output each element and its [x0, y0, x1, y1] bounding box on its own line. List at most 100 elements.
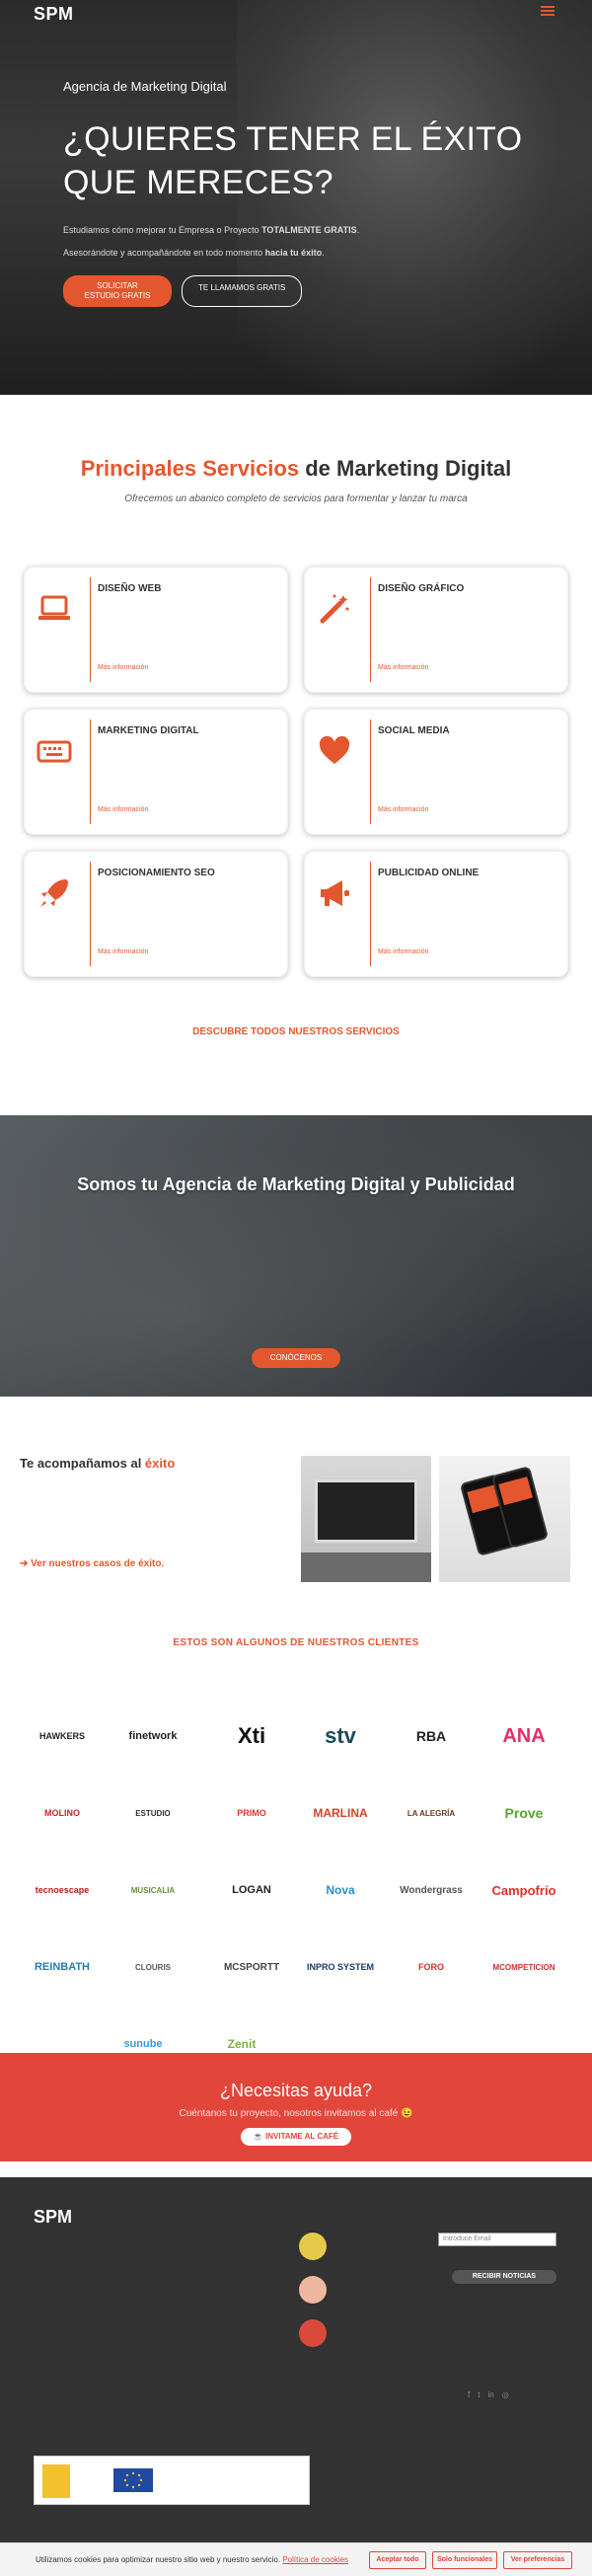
cookie-text: Utilizamos cookies para optimizar nuestr…	[36, 2555, 349, 2564]
accept-all-button[interactable]: Aceptar todo	[369, 2551, 426, 2569]
service-card-ads[interactable]: PUBLICIDAD ONLINE Más información	[304, 851, 568, 977]
more-info-link[interactable]: Más información	[378, 664, 428, 671]
hero-text-1: Estudiamos cómo mejorar tu Empresa o Pro…	[63, 225, 360, 235]
accompany-title: Te acompañamos al éxito	[20, 1456, 176, 1471]
client-logo: REINBATH	[34, 1961, 90, 1973]
client-logo: INPRO SYSTEM	[306, 1962, 374, 1972]
keyboard-icon	[37, 740, 72, 763]
menu-icon[interactable]	[541, 6, 555, 16]
office-photo	[301, 1456, 431, 1582]
client-logo: tecnoescape	[35, 1885, 90, 1895]
linkedin-icon[interactable]: in	[487, 2390, 493, 2399]
client-logo: Wondergrass	[400, 1884, 463, 1896]
client-logo: HAWKERS	[38, 1731, 85, 1741]
client-logo: MCOMPETICION	[492, 1962, 555, 1972]
client-logo: MUSICALIA	[130, 1885, 176, 1895]
hero-text-2: Asesorándote y acompañándote en todo mom…	[63, 248, 325, 258]
about-us-button[interactable]: CONÓCENOS	[252, 1348, 340, 1368]
more-info-link[interactable]: Más información	[98, 806, 148, 813]
client-logo: LA ALEGRÍA	[407, 1808, 456, 1818]
coffee-button[interactable]: ☕ INVITAME AL CAFÉ	[241, 2128, 351, 2146]
all-services-link[interactable]: DESCUBRE TODOS NUESTROS SERVICIOS	[0, 1026, 592, 1037]
client-logo: RBA	[415, 1728, 447, 1744]
clients-section: ESTOS SON ALGUNOS DE NUESTROS CLIENTES H…	[0, 1633, 592, 2053]
top-nav: SPM	[0, 0, 592, 30]
footer-logo[interactable]: SPM	[34, 2207, 72, 2228]
instagram-icon[interactable]: ◎	[502, 2390, 509, 2399]
more-info-link[interactable]: Más información	[98, 664, 148, 671]
rocket-icon	[40, 879, 68, 907]
client-logo: MOLINO	[44, 1808, 80, 1818]
news-thumb	[299, 2233, 327, 2260]
client-logo: LOGAN	[232, 1884, 271, 1896]
client-logo: Prove	[504, 1805, 544, 1821]
functional-only-button[interactable]: Solo funcionales	[432, 2551, 497, 2569]
more-info-link[interactable]: Más información	[378, 948, 428, 955]
agency-title: Somos tu Agencia de Marketing Digital y …	[77, 1174, 515, 1194]
more-info-link[interactable]: Más información	[378, 806, 428, 813]
service-title: DISEÑO GRÁFICO	[378, 583, 465, 594]
services-section: Principales Servicios de Marketing Digit…	[0, 395, 592, 1115]
social-icons: f t in ◎	[468, 2390, 509, 2399]
client-logo: MCSPORTT	[223, 1961, 280, 1973]
arrow-right-icon: ➔	[20, 1558, 32, 1569]
help-section: ¿Necesitas ayuda? Cuéntanos tu proyecto,…	[0, 2053, 592, 2161]
help-text: Cuéntanos tu proyecto, nosotros invitamo…	[179, 2108, 413, 2119]
client-logo: Nova	[326, 1883, 355, 1897]
service-title: POSICIONAMIENTO SEO	[98, 868, 215, 878]
divider	[0, 2161, 592, 2177]
client-logo: CLOURIS	[135, 1962, 171, 1972]
subscribe-button[interactable]: RECIBIR NOTICIAS	[452, 2270, 556, 2284]
service-card-graphic[interactable]: DISEÑO GRÁFICO Más información	[304, 567, 568, 693]
client-logo: ESTUDIO	[135, 1808, 171, 1818]
eu-funding-logos	[34, 2456, 310, 2505]
service-card-web[interactable]: DISEÑO WEB Más información	[24, 567, 288, 693]
service-title: DISEÑO WEB	[98, 583, 162, 594]
client-logo: MARLINA	[313, 1806, 368, 1820]
client-logo: PRIMO	[237, 1808, 266, 1818]
preferences-button[interactable]: Ver preferencias	[503, 2551, 572, 2569]
laptop-icon	[38, 595, 70, 620]
news-item[interactable]	[299, 2317, 427, 2355]
request-study-button[interactable]: SOLICITAR ESTUDIO GRATIS	[63, 275, 172, 307]
news-item[interactable]	[299, 2274, 427, 2311]
success-cases-link[interactable]: ➔ Ver nuestros casos de éxito.	[20, 1558, 164, 1569]
client-logo: finetwork	[128, 1730, 178, 1742]
client-logo: stv	[325, 1723, 356, 1748]
megaphone-icon	[321, 880, 349, 906]
client-logo: FORO	[418, 1962, 444, 1972]
clients-title: ESTOS SON ALGUNOS DE NUESTROS CLIENTES	[173, 1637, 419, 1648]
call-us-button[interactable]: TE LLAMAMOS GRATIS	[182, 275, 303, 307]
cookie-banner: Utilizamos cookies para optimizar nuestr…	[0, 2542, 592, 2576]
services-subtitle: Ofrecemos un abanico completo de servici…	[124, 493, 468, 504]
facebook-icon[interactable]: f	[468, 2390, 470, 2399]
magic-wand-icon	[320, 594, 349, 624]
service-title: MARKETING DIGITAL	[98, 725, 199, 736]
service-title: SOCIAL MEDIA	[378, 725, 450, 736]
news-thumb	[299, 2319, 327, 2347]
help-title: ¿Necesitas ayuda?	[219, 2081, 373, 2100]
service-title: PUBLICIDAD ONLINE	[378, 868, 480, 878]
site-logo[interactable]: SPM	[34, 4, 74, 25]
heart-icon	[319, 735, 350, 764]
news-item[interactable]	[299, 2231, 427, 2268]
client-logo: Xti	[237, 1723, 266, 1748]
client-logo: Campofrío	[491, 1882, 556, 1898]
client-logo: ANA	[502, 1724, 546, 1747]
hero-title: ¿QUIERES TENER EL ÉXITO QUE MERECES?	[63, 120, 523, 201]
mobile-mockup-photo	[439, 1456, 570, 1582]
email-field[interactable]: Introduce Email	[438, 2233, 556, 2246]
service-card-marketing[interactable]: MARKETING DIGITAL Más información	[24, 709, 288, 835]
more-info-link[interactable]: Más información	[98, 948, 148, 955]
hero-kicker: Agencia de Marketing Digital	[63, 79, 227, 94]
cookie-policy-link[interactable]: Política de cookies	[282, 2555, 348, 2564]
footer: SPM Introduce Email RECIBIR NOTICIAS f t…	[0, 2177, 592, 2542]
agency-section: Somos tu Agencia de Marketing Digital y …	[0, 1115, 592, 1397]
accompany-section: Te acompañamos al éxito ➔ Ver nuestros c…	[0, 1397, 592, 1633]
service-card-social[interactable]: SOCIAL MEDIA Más información	[304, 709, 568, 835]
hero-section: SPM Agencia de Marketing Digital ¿QUIERE…	[0, 0, 592, 395]
twitter-icon[interactable]: t	[478, 2390, 480, 2399]
service-card-seo[interactable]: POSICIONAMIENTO SEO Más información	[24, 851, 288, 977]
news-thumb	[299, 2276, 327, 2304]
services-title: Principales Servicios de Marketing Digit…	[80, 456, 512, 481]
